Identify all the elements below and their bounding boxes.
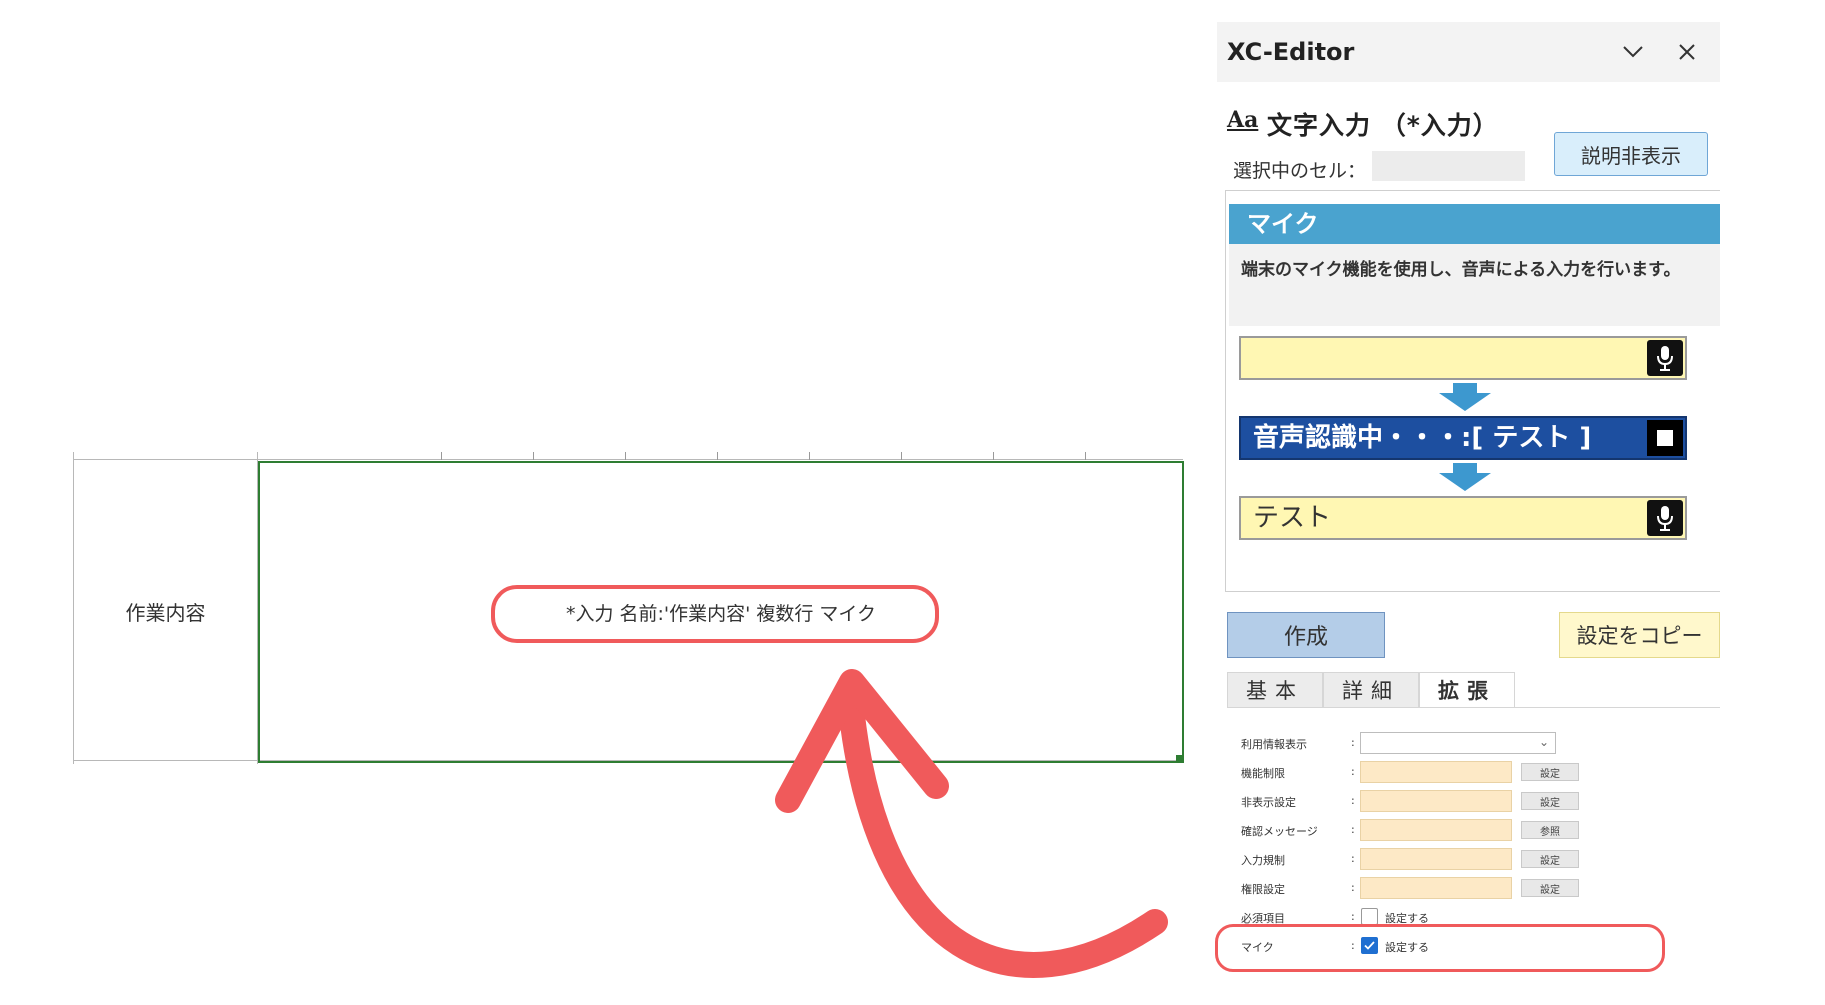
- colon-separator: :: [1351, 765, 1355, 778]
- copy-settings-button[interactable]: 設定をコピー: [1559, 612, 1720, 658]
- column-tick: [993, 452, 994, 460]
- chevron-down-icon: ⌄: [1538, 735, 1549, 749]
- microphone-icon: [1647, 500, 1683, 536]
- property-row: 非表示設定 : 設定: [1227, 790, 1720, 814]
- usage-info-select[interactable]: ⌄: [1360, 732, 1556, 754]
- property-row: 入力規制 : 設定: [1227, 848, 1720, 872]
- property-row: 権限設定 : 設定: [1227, 877, 1720, 901]
- property-set-button[interactable]: 設定: [1521, 792, 1579, 810]
- property-row: 機能制限 : 設定: [1227, 761, 1720, 785]
- curved-arrow-annotation: [775, 669, 1168, 978]
- property-label: 機能制限: [1241, 767, 1285, 780]
- demo-result-field: テスト: [1239, 496, 1687, 540]
- property-label: 利用情報表示: [1241, 738, 1307, 751]
- property-label: 権限設定: [1241, 883, 1285, 896]
- help-demo-illustration: 音声認識中・・・:[ テスト ] テスト: [1229, 326, 1720, 578]
- column-tick: [1085, 452, 1086, 460]
- help-description: 端末のマイク機能を使用し、音声による入力を行います。: [1241, 260, 1681, 280]
- property-set-button[interactable]: 設定: [1521, 850, 1579, 868]
- column-tick: [441, 452, 442, 460]
- pane-title: XC-Editor: [1227, 38, 1355, 66]
- hide-description-button[interactable]: 説明非表示: [1554, 132, 1708, 176]
- microphone-highlight-oval: [1215, 924, 1665, 972]
- property-label: 確認メッセージ: [1241, 825, 1318, 838]
- column-tick: [625, 452, 626, 460]
- property-field[interactable]: [1360, 761, 1512, 783]
- text-format-icon: Aa: [1227, 107, 1259, 133]
- property-field[interactable]: [1360, 819, 1512, 841]
- label-cell[interactable]: 作業内容: [73, 461, 258, 761]
- tab-extended[interactable]: 拡張: [1419, 672, 1515, 708]
- microphone-icon: [1647, 340, 1683, 376]
- property-label: 入力規制: [1241, 854, 1285, 867]
- close-icon[interactable]: [1669, 34, 1705, 70]
- demo-result-text: テスト: [1253, 503, 1332, 533]
- demo-recognizing-text: 音声認識中・・・:[ テスト ]: [1253, 423, 1592, 453]
- property-set-button[interactable]: 設定: [1521, 879, 1579, 897]
- column-tick: [717, 452, 718, 460]
- colon-separator: :: [1351, 823, 1355, 836]
- property-label: 非表示設定: [1241, 796, 1296, 809]
- help-heading: マイク: [1229, 204, 1720, 244]
- property-browse-button[interactable]: 参照: [1521, 821, 1579, 839]
- tab-bar: 基本 詳細 拡張: [1227, 672, 1515, 708]
- chevron-down-icon[interactable]: [1615, 34, 1651, 70]
- help-content: マイク 端末のマイク機能を使用し、音声による入力を行います。 音声認識中・・・:…: [1229, 204, 1720, 578]
- required-checkbox[interactable]: [1361, 908, 1378, 925]
- property-field[interactable]: [1360, 848, 1512, 870]
- pane-body: Aa 文字入力 （*入力） 説明非表示 選択中のセル： マイク 端末のマイク機能…: [1217, 82, 1720, 980]
- down-arrow-icon: [1439, 463, 1491, 491]
- property-field[interactable]: [1360, 790, 1512, 812]
- down-arrow-icon: [1439, 383, 1491, 411]
- property-field[interactable]: [1360, 877, 1512, 899]
- demo-empty-field: [1239, 336, 1687, 380]
- property-row: 利用情報表示 : ⌄: [1227, 732, 1720, 756]
- colon-separator: :: [1351, 736, 1355, 749]
- colon-separator: :: [1351, 794, 1355, 807]
- cell-highlight-oval: [491, 585, 939, 643]
- property-row: 確認メッセージ : 参照: [1227, 819, 1720, 843]
- tab-basic[interactable]: 基本: [1227, 672, 1323, 708]
- selected-cell-field[interactable]: [1372, 151, 1525, 181]
- stop-icon: [1647, 420, 1683, 456]
- selected-cell-label: 選択中のセル：: [1233, 160, 1367, 182]
- column-tick: [901, 452, 902, 460]
- colon-separator: :: [1351, 910, 1355, 923]
- colon-separator: :: [1351, 852, 1355, 865]
- xc-editor-pane: XC-Editor Aa 文字入力 （*入力） 説明非表示 選択中のセル： マイ…: [1217, 22, 1720, 980]
- create-button[interactable]: 作成: [1227, 612, 1385, 658]
- row-border: [73, 459, 1183, 460]
- component-heading: 文字入力 （*入力）: [1267, 111, 1499, 140]
- column-tick: [533, 452, 534, 460]
- demo-recognizing-field: 音声認識中・・・:[ テスト ]: [1239, 416, 1687, 460]
- tab-detail[interactable]: 詳細: [1323, 672, 1419, 708]
- colon-separator: :: [1351, 881, 1355, 894]
- column-tick: [809, 452, 810, 460]
- property-set-button[interactable]: 設定: [1521, 763, 1579, 781]
